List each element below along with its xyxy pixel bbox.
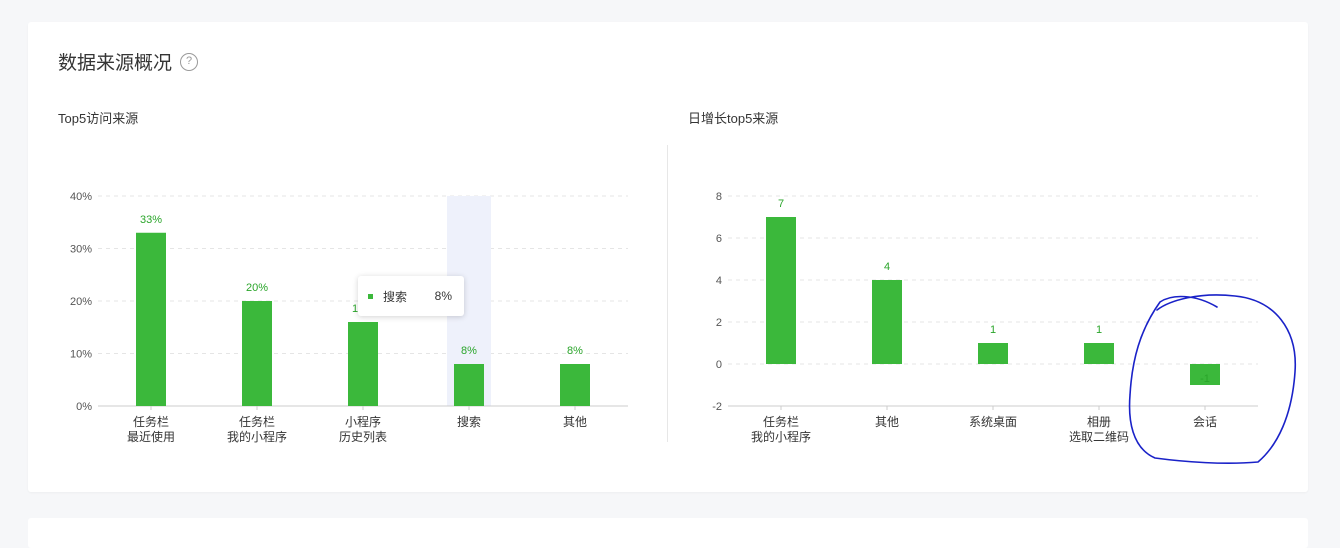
annotation-circle [1128, 294, 1296, 465]
hand-drawn-annotation [1128, 294, 1296, 465]
